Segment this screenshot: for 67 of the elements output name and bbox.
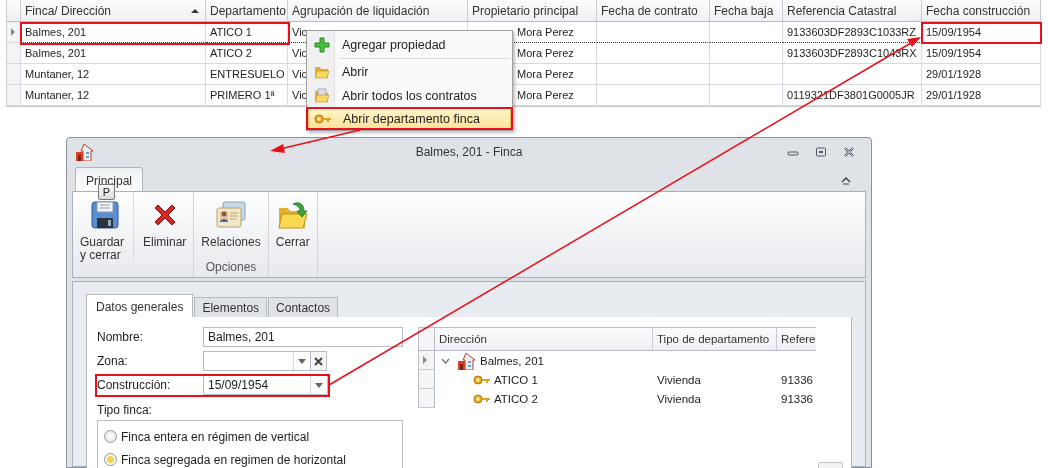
key-icon [314, 113, 332, 125]
table-cell: Balmes, 201 [21, 22, 206, 43]
row-header[interactable] [7, 22, 21, 43]
tree-item[interactable]: ATICO 1 [494, 373, 538, 386]
ribbon-button[interactable]: Relaciones [198, 192, 264, 260]
tree-item[interactable]: ATICO 2 [494, 392, 538, 405]
group-label: Tipo finca: [97, 403, 153, 417]
plus-icon [314, 37, 330, 53]
key-icon [473, 392, 491, 405]
column-header[interactable]: Propietario principal [468, 0, 597, 22]
table-cell: Balmes, 201 [21, 43, 206, 64]
radio-option[interactable]: Finca entera en régimen de vertical [104, 425, 396, 448]
close-icon[interactable] [843, 146, 855, 158]
table-cell: 15/09/1954 [922, 22, 1041, 43]
table-cell: ENTRESUELO [206, 64, 288, 85]
table-cell: 29/01/1928 [922, 64, 1041, 85]
column-header[interactable]: Tipo de departamento [653, 328, 777, 350]
column-header[interactable]: Agrupación de liquidación [288, 0, 468, 22]
radio-option[interactable]: Finca segregada en regimen de horizontal [104, 448, 396, 468]
ribbon-button[interactable]: Eliminar [140, 192, 190, 260]
folder-documents-icon [314, 88, 330, 104]
group-label: Opciones [204, 260, 258, 276]
field-label: Zona: [97, 354, 129, 368]
column-header[interactable]: Fecha baja [710, 0, 783, 22]
key-icon [473, 373, 491, 386]
tab[interactable]: Datos generales [86, 294, 194, 317]
field-label: Nombre: [97, 330, 144, 344]
table-cell: 15/09/1954 [922, 43, 1041, 64]
clear-icon[interactable] [311, 351, 327, 371]
collapse-ribbon-icon[interactable] [840, 175, 852, 185]
keytip-badge: P [98, 184, 115, 200]
column-header[interactable]: Fecha construcción [922, 0, 1041, 22]
field-label: Construcción: [97, 378, 172, 392]
table-cell-text: 91336 [780, 372, 814, 388]
folder-icon [314, 64, 330, 80]
house-icon [457, 351, 477, 370]
tab[interactable]: Elementos [194, 297, 268, 317]
column-header[interactable]: Departamento [206, 0, 288, 22]
table-cell-text: Vivienda [656, 391, 702, 407]
contact-cards-icon [215, 200, 248, 230]
radio-button[interactable] [104, 453, 117, 466]
column-header[interactable]: Finca/ Dirección [21, 0, 206, 22]
column-header[interactable]: Dirección [435, 328, 653, 350]
table-cell: Muntaner, 12 [21, 85, 206, 106]
column-header[interactable]: Refere [777, 328, 816, 350]
table-cell-text: Vivienda [656, 372, 702, 388]
table-cell-text: 91336 [780, 391, 814, 407]
table-cell: Muntaner, 12 [21, 64, 206, 85]
input-field[interactable]: Balmes, 201 [203, 327, 403, 347]
row-header[interactable] [419, 351, 435, 370]
table-cell: ATICO 2 [206, 43, 288, 64]
row-header[interactable] [419, 370, 435, 389]
combo-box[interactable]: 15/09/1954 [203, 375, 328, 395]
window-title: Balmes, 201 - Finca [415, 145, 523, 159]
tab[interactable]: Contactos [268, 297, 339, 317]
table-cell: ATICO 1 [206, 22, 288, 43]
tree-item[interactable]: Balmes, 201 [480, 354, 544, 367]
table-cell: PRIMERO 1ª [206, 85, 288, 106]
ribbon-button[interactable]: Cerrar [272, 192, 313, 260]
column-header[interactable]: Referencia Catastral [783, 0, 922, 22]
radio-button[interactable] [104, 430, 117, 443]
house-icon [75, 143, 95, 161]
column-header[interactable]: Fecha de contrato [597, 0, 710, 22]
row-header[interactable] [419, 389, 435, 408]
restore-icon[interactable] [815, 146, 827, 158]
folder-arrow-icon [276, 200, 309, 230]
table-cell: 29/01/1928 [922, 85, 1041, 106]
